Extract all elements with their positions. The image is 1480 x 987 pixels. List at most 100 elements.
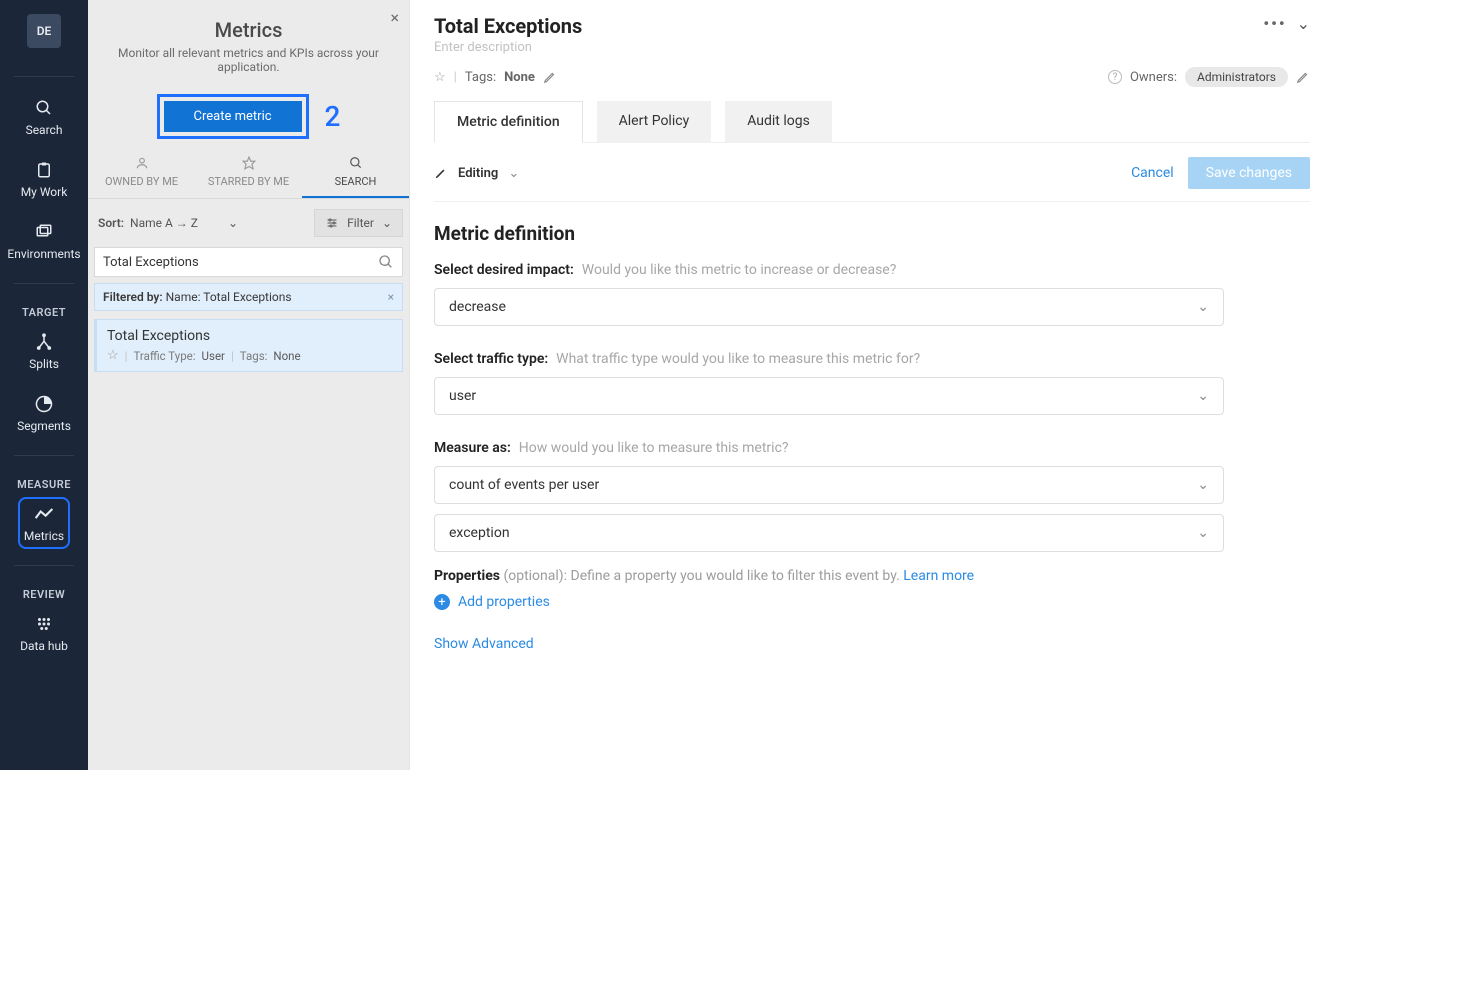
- nav-rail: DE Search My Work Environments TARGET: [0, 0, 88, 770]
- help-icon[interactable]: ?: [1108, 70, 1122, 84]
- section-title: Metric definition: [434, 222, 1310, 245]
- traffic-type-label: Traffic Type:: [133, 349, 195, 363]
- measure-value1: count of events per user: [449, 477, 599, 493]
- entity-header: Total Exceptions Enter description ••• ⌄: [434, 14, 1310, 55]
- entity-title: Total Exceptions: [434, 14, 582, 38]
- chevron-down-icon: ⌄: [508, 166, 519, 181]
- chevron-down-icon: ⌄: [228, 216, 238, 230]
- nav-item-mywork[interactable]: My Work: [21, 159, 68, 199]
- properties-label: Properties: [434, 568, 500, 584]
- linechart-icon: [33, 503, 55, 525]
- impact-label: Select desired impact:: [434, 262, 574, 278]
- save-changes-button[interactable]: Save changes: [1188, 157, 1310, 189]
- nav-label: Environments: [7, 247, 80, 261]
- piechart-icon: [33, 393, 55, 415]
- properties-row: Properties (optional): Define a property…: [434, 568, 1310, 584]
- tab-metric-definition[interactable]: Metric definition: [434, 101, 583, 143]
- filtered-by-value: Name: Total Exceptions: [166, 290, 292, 304]
- search-input[interactable]: [103, 255, 378, 270]
- traffic-hint: What traffic type would you like to meas…: [556, 351, 920, 367]
- entity-tabs: Metric definition Alert Policy Audit log…: [434, 101, 1310, 143]
- sort-value: Name A → Z: [130, 216, 198, 230]
- star-outline-icon[interactable]: ☆: [107, 348, 119, 363]
- traffic-value: user: [449, 388, 476, 404]
- search-icon: [348, 155, 364, 171]
- panel-title: Metrics: [102, 18, 395, 42]
- editing-label: Editing: [458, 166, 498, 181]
- owner-pill[interactable]: Administrators: [1185, 67, 1288, 87]
- pencil-icon: [434, 166, 448, 180]
- measure-value2: exception: [449, 525, 510, 541]
- tab-label: STARRED BY ME: [208, 175, 289, 188]
- filter-chip: Filtered by: Name: Total Exceptions ×: [94, 283, 403, 311]
- result-meta: ☆ | Traffic Type: User | Tags: None: [107, 348, 392, 363]
- action-buttons: Cancel Save changes: [1131, 157, 1310, 189]
- workspace-badge[interactable]: DE: [27, 14, 61, 48]
- nav-item-metrics[interactable]: Metrics: [24, 503, 64, 543]
- nav-divider: [14, 76, 74, 77]
- sort-control[interactable]: Sort: Name A → Z ⌄: [98, 216, 238, 230]
- tags-value: None: [273, 349, 300, 363]
- nav-label: Search: [26, 123, 63, 137]
- app-root: DE Search My Work Environments TARGET: [0, 0, 1330, 770]
- edit-owners-icon[interactable]: [1296, 70, 1310, 84]
- clear-filter-icon[interactable]: ×: [388, 290, 394, 304]
- star-icon: [241, 155, 257, 171]
- add-properties-label: Add properties: [458, 594, 550, 610]
- nav-label: Segments: [17, 419, 71, 433]
- properties-optional: (optional):: [503, 568, 567, 584]
- chevron-down-icon[interactable]: ⌄: [1297, 14, 1310, 33]
- owners-block: ? Owners: Administrators: [1108, 67, 1310, 87]
- filter-button[interactable]: Filter ⌄: [314, 209, 403, 237]
- sort-row: Sort: Name A → Z ⌄ Filter ⌄: [88, 199, 409, 247]
- impact-value: decrease: [449, 299, 506, 315]
- clipboard-icon: [33, 159, 55, 181]
- event-select[interactable]: exception ⌄: [434, 514, 1224, 552]
- tab-audit-logs[interactable]: Audit logs: [725, 101, 832, 143]
- traffic-type-value: User: [202, 349, 225, 363]
- action-row: Editing ⌄ Cancel Save changes: [434, 143, 1310, 202]
- nav-section-target: TARGET: [22, 306, 66, 319]
- chevron-down-icon: ⌄: [1197, 388, 1209, 404]
- measure-select[interactable]: count of events per user ⌄: [434, 466, 1224, 504]
- nav-label: Data hub: [20, 639, 68, 653]
- properties-hint: Define a property you would like to filt…: [571, 568, 904, 584]
- nav-item-search[interactable]: Search: [26, 97, 63, 137]
- add-properties-button[interactable]: + Add properties: [434, 594, 1310, 610]
- tab-owned-by-me[interactable]: OWNED BY ME: [88, 149, 195, 198]
- impact-select[interactable]: decrease ⌄: [434, 288, 1224, 326]
- more-actions-button[interactable]: •••: [1263, 14, 1286, 33]
- tags-value: None: [504, 70, 535, 85]
- nav-divider: [14, 455, 74, 456]
- sort-label: Sort:: [98, 216, 124, 230]
- star-outline-icon[interactable]: ☆: [434, 70, 446, 85]
- chevron-down-icon: ⌄: [1197, 299, 1209, 315]
- editing-mode[interactable]: Editing ⌄: [434, 166, 519, 181]
- tab-search[interactable]: SEARCH: [302, 149, 409, 198]
- close-icon[interactable]: ×: [390, 8, 399, 27]
- result-title: Total Exceptions: [107, 328, 392, 344]
- nav-item-datahub[interactable]: Data hub: [20, 613, 68, 653]
- tab-alert-policy[interactable]: Alert Policy: [597, 101, 712, 143]
- metric-result-card[interactable]: Total Exceptions ☆ | Traffic Type: User …: [94, 319, 403, 372]
- traffic-select[interactable]: user ⌄: [434, 377, 1224, 415]
- nav-label: My Work: [21, 185, 68, 199]
- nav-divider: [14, 565, 74, 566]
- show-advanced-link[interactable]: Show Advanced: [434, 636, 1310, 652]
- nav-section-measure: MEASURE: [17, 478, 71, 491]
- edit-tags-icon[interactable]: [543, 70, 557, 84]
- learn-more-link[interactable]: Learn more: [903, 568, 974, 584]
- callout-2: 2: [325, 100, 341, 133]
- create-row: Create metric 2: [88, 94, 409, 139]
- tab-starred-by-me[interactable]: STARRED BY ME: [195, 149, 302, 198]
- entity-description-placeholder[interactable]: Enter description: [434, 40, 582, 55]
- cancel-button[interactable]: Cancel: [1131, 165, 1174, 181]
- search-input-wrap[interactable]: [94, 247, 403, 277]
- nav-item-environments[interactable]: Environments: [7, 221, 80, 261]
- stack-icon: [33, 221, 55, 243]
- create-metric-button[interactable]: Create metric: [164, 101, 302, 132]
- nav-item-segments[interactable]: Segments: [17, 393, 71, 433]
- main-content: Total Exceptions Enter description ••• ⌄…: [410, 0, 1330, 770]
- nav-item-splits[interactable]: Splits: [29, 331, 59, 371]
- nav-section-review: REVIEW: [23, 588, 65, 601]
